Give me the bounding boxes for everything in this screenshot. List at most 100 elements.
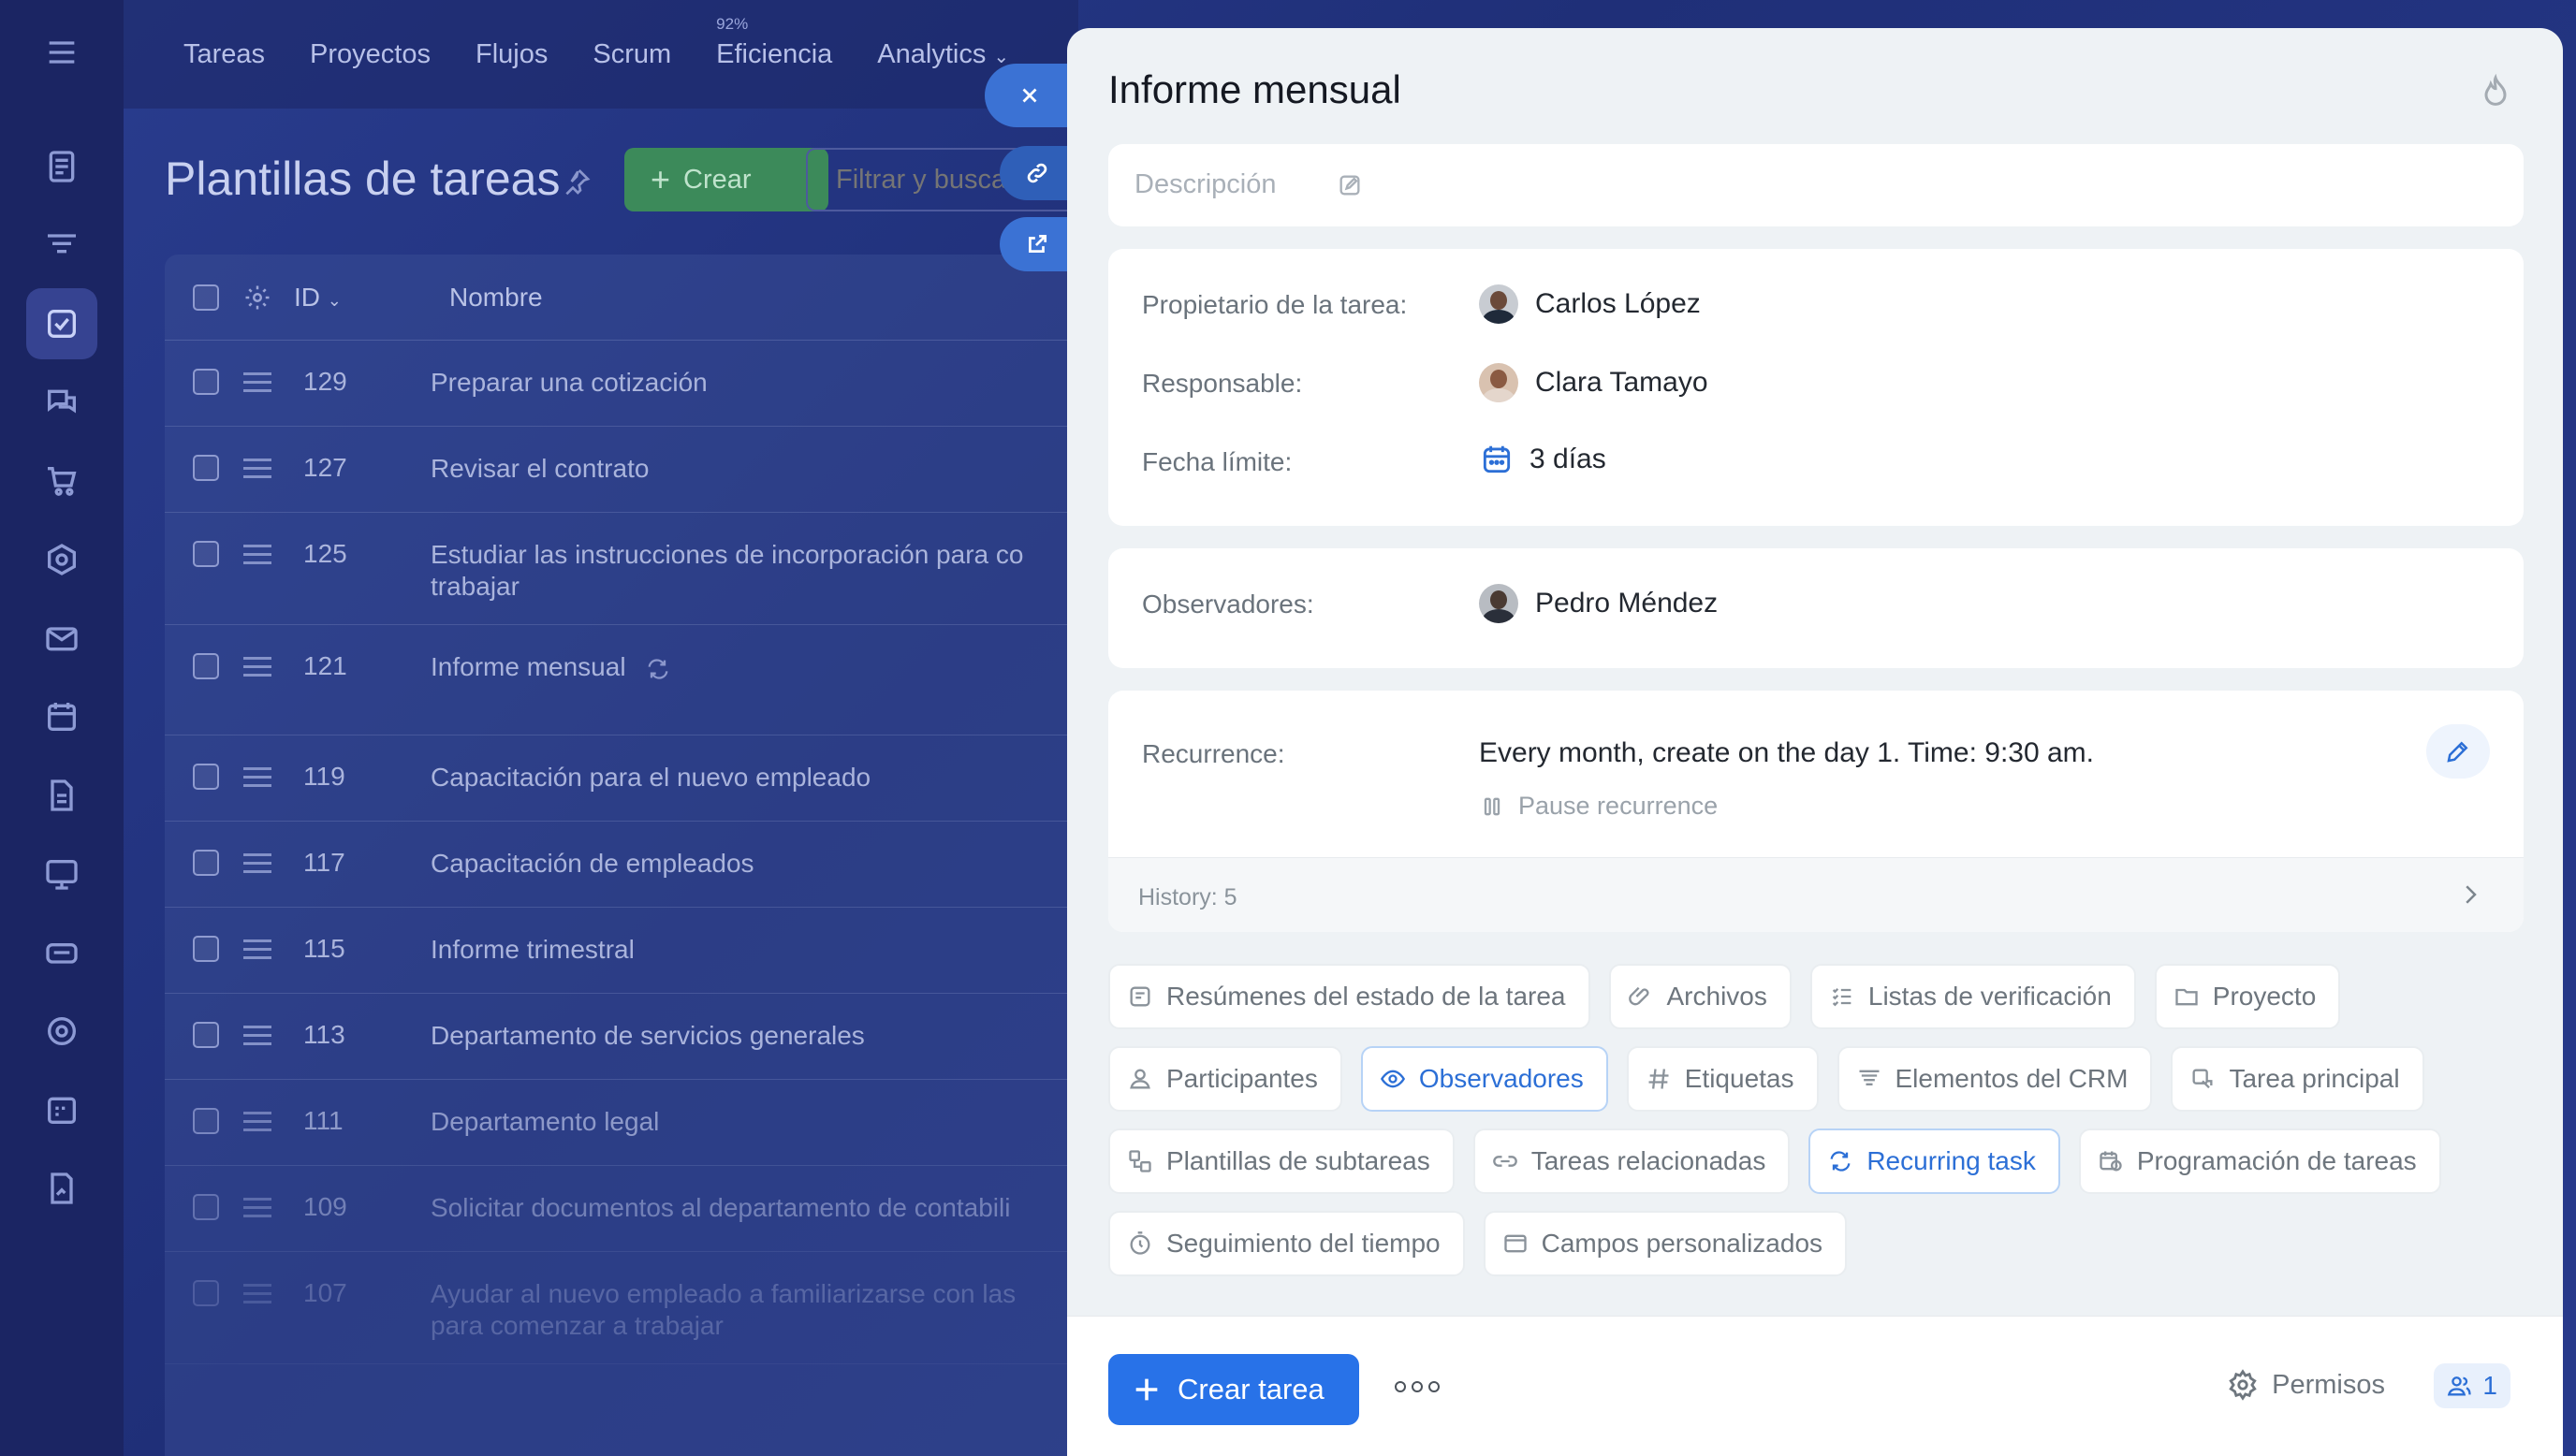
- drag-handle-icon[interactable]: [243, 459, 275, 484]
- pin-icon[interactable]: [562, 167, 592, 197]
- row-checkbox[interactable]: [193, 369, 219, 395]
- row-name[interactable]: Capacitación para el nuevo empleado: [431, 735, 1048, 794]
- chip-project[interactable]: Proyecto: [2154, 964, 2341, 1029]
- menu-icon[interactable]: [26, 19, 97, 86]
- deadline-value[interactable]: 3 días: [1479, 442, 1606, 477]
- table-row[interactable]: 119 Capacitación para el nuevo empleado: [165, 735, 1110, 822]
- row-checkbox[interactable]: [193, 1280, 219, 1306]
- row-checkbox[interactable]: [193, 936, 219, 962]
- drag-handle-icon[interactable]: [243, 853, 275, 879]
- owner-value[interactable]: Carlos López: [1479, 284, 1701, 324]
- chip-participants[interactable]: Participantes: [1108, 1046, 1342, 1112]
- chip-crm-items[interactable]: Elementos del CRM: [1837, 1046, 2153, 1112]
- hexagon-icon[interactable]: [26, 524, 97, 595]
- row-checkbox[interactable]: [193, 541, 219, 567]
- observer-value[interactable]: Pedro Méndez: [1479, 584, 1718, 623]
- row-name[interactable]: Departamento de servicios generales: [431, 994, 1048, 1052]
- chat-icon[interactable]: [26, 367, 97, 438]
- drag-handle-icon[interactable]: [243, 767, 275, 793]
- chip-checklists[interactable]: Listas de verificación: [1809, 964, 2136, 1029]
- nav-proyectos[interactable]: Proyectos: [310, 39, 431, 70]
- flame-icon[interactable]: [2477, 73, 2514, 110]
- row-name[interactable]: Informe mensual: [431, 625, 1048, 683]
- nav-scrum[interactable]: Scrum: [593, 39, 671, 70]
- more-options-button[interactable]: [1395, 1373, 1442, 1401]
- row-checkbox[interactable]: [193, 1108, 219, 1134]
- drag-handle-icon[interactable]: [243, 1112, 275, 1137]
- nav-eficiencia[interactable]: 92% Eficiencia: [716, 15, 832, 70]
- calendar-icon[interactable]: [26, 681, 97, 752]
- table-row[interactable]: 117 Capacitación de empleados: [165, 822, 1110, 908]
- table-row[interactable]: 113 Departamento de servicios generales: [165, 994, 1110, 1080]
- responsible-value[interactable]: Clara Tamayo: [1479, 363, 1708, 402]
- chip-parent-task[interactable]: Tarea principal: [2171, 1046, 2424, 1112]
- description-field[interactable]: Descripción: [1108, 144, 2524, 226]
- nav-tareas[interactable]: Tareas: [183, 39, 265, 70]
- card-icon[interactable]: [26, 917, 97, 988]
- drag-handle-icon[interactable]: [243, 1284, 275, 1309]
- drag-handle-icon[interactable]: [243, 1026, 275, 1051]
- document-icon[interactable]: [26, 760, 97, 831]
- pause-recurrence-link[interactable]: Pause recurrence: [1479, 792, 1718, 821]
- chip-task-scheduling[interactable]: Programación de tareas: [2078, 1128, 2441, 1194]
- row-checkbox[interactable]: [193, 1194, 219, 1220]
- sign-icon[interactable]: [26, 1153, 97, 1224]
- row-checkbox[interactable]: [193, 455, 219, 481]
- drag-handle-icon[interactable]: [243, 1198, 275, 1223]
- target-icon[interactable]: [26, 996, 97, 1067]
- id-column-header[interactable]: ID ⌄: [294, 283, 449, 313]
- row-name[interactable]: Estudiar las instrucciones de incorporac…: [431, 513, 1048, 603]
- chip-recurring-task[interactable]: Recurring task: [1808, 1128, 2060, 1194]
- name-column-header[interactable]: Nombre: [449, 283, 543, 313]
- chip-subtask-templates[interactable]: Plantillas de subtareas: [1108, 1128, 1455, 1194]
- tasks-icon[interactable]: [26, 288, 97, 359]
- row-checkbox[interactable]: [193, 1022, 219, 1048]
- chip-status-summaries[interactable]: Resúmenes del estado de la tarea: [1108, 964, 1590, 1029]
- table-row[interactable]: 125 Estudiar las instrucciones de incorpo…: [165, 513, 1110, 625]
- chip-files[interactable]: Archivos: [1608, 964, 1792, 1029]
- table-row[interactable]: 111 Departamento legal: [165, 1080, 1110, 1166]
- table-row[interactable]: 109 Solicitar documentos al departamento …: [165, 1166, 1110, 1252]
- gear-icon[interactable]: [243, 284, 271, 312]
- row-name[interactable]: Capacitación de empleados: [431, 822, 1048, 880]
- row-name[interactable]: Departamento legal: [431, 1080, 1048, 1138]
- chip-time-tracking[interactable]: Seguimiento del tiempo: [1108, 1211, 1465, 1276]
- row-checkbox[interactable]: [193, 653, 219, 679]
- row-name[interactable]: Ayudar al nuevo empleado a familiarizars…: [431, 1252, 1048, 1342]
- schedule-icon[interactable]: [26, 1074, 97, 1145]
- cart-icon[interactable]: [26, 445, 97, 517]
- create-button[interactable]: + Crear: [624, 148, 828, 211]
- select-all-checkbox[interactable]: [193, 284, 219, 311]
- nav-flujos[interactable]: Flujos: [476, 39, 548, 70]
- drag-handle-icon[interactable]: [243, 657, 275, 682]
- copy-link-button[interactable]: [1000, 146, 1075, 200]
- board-icon[interactable]: [26, 838, 97, 910]
- row-name[interactable]: Informe trimestral: [431, 908, 1048, 966]
- drag-handle-icon[interactable]: [243, 372, 275, 398]
- chip-tags[interactable]: Etiquetas: [1626, 1046, 1819, 1112]
- row-checkbox[interactable]: [193, 850, 219, 876]
- users-count-badge[interactable]: 1: [2434, 1363, 2510, 1408]
- table-row[interactable]: 129 Preparar una cotización: [165, 341, 1110, 427]
- close-panel-button[interactable]: [985, 64, 1075, 127]
- table-row[interactable]: 107 Ayudar al nuevo empleado a familiariz…: [165, 1252, 1110, 1364]
- open-new-window-button[interactable]: [1000, 217, 1075, 271]
- history-bar[interactable]: History: 5: [1108, 857, 2524, 932]
- permissions-button[interactable]: Permisos: [2227, 1369, 2385, 1401]
- nav-analytics[interactable]: Analytics ⌄: [877, 39, 1009, 70]
- chip-custom-fields[interactable]: Campos personalizados: [1483, 1211, 1848, 1276]
- table-row[interactable]: 127 Revisar el contrato: [165, 427, 1110, 513]
- chip-related-tasks[interactable]: Tareas relacionadas: [1472, 1128, 1791, 1194]
- drag-handle-icon[interactable]: [243, 939, 275, 965]
- edit-recurrence-button[interactable]: [2426, 724, 2490, 779]
- table-row[interactable]: 121 Informe mensual: [165, 625, 1110, 735]
- row-name[interactable]: Preparar una cotización: [431, 341, 1048, 399]
- mail-icon[interactable]: [26, 603, 97, 674]
- row-name[interactable]: Revisar el contrato: [431, 427, 1048, 485]
- create-task-button[interactable]: Crear tarea: [1108, 1354, 1359, 1425]
- filter-icon[interactable]: [26, 210, 97, 281]
- row-checkbox[interactable]: [193, 764, 219, 790]
- chip-observers[interactable]: Observadores: [1360, 1046, 1608, 1112]
- table-row[interactable]: 115 Informe trimestral: [165, 908, 1110, 994]
- drag-handle-icon[interactable]: [243, 545, 275, 570]
